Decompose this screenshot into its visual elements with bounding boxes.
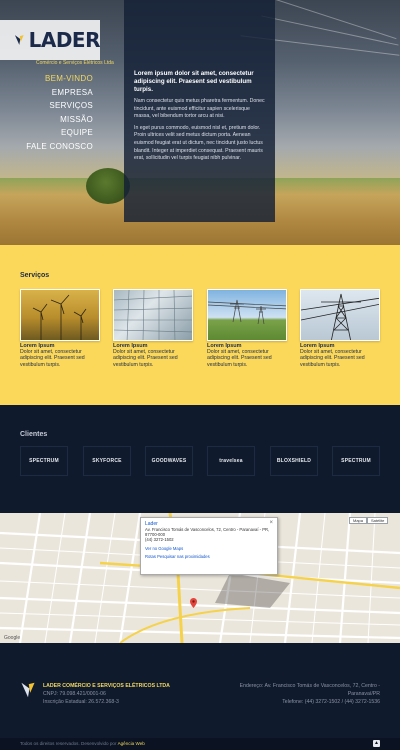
service-card[interactable]: Lorem Ipsum Dolor sit amet, consectetur … <box>20 289 100 368</box>
map-attribution: Google <box>4 635 21 641</box>
client-logo[interactable]: SPECTRUM <box>332 446 380 476</box>
client-name: SPECTRUM <box>341 458 371 464</box>
service-desc: Dolor sit amet, consectetur adipiscing e… <box>207 349 272 368</box>
logo-mark-icon <box>14 35 24 45</box>
services-heading: Serviços <box>20 272 50 279</box>
satellite-type-button[interactable]: Satélite <box>367 517 389 524</box>
brand-tagline: Comércio e Serviços Elétricos Ltda <box>36 60 114 66</box>
client-logo[interactable]: BLOXSHIELD <box>270 446 318 476</box>
footer-ie: Inscrição Estadual: 26.572.368-3 <box>43 699 119 705</box>
nav-item-equipe[interactable]: EQUIPE <box>26 126 93 140</box>
popup-address: Av. Francisco Tomás de Vasconcelos, 72, … <box>145 527 270 538</box>
nav-item-empresa[interactable]: EMPRESA <box>26 86 93 100</box>
copyright-label: Todos os direitos reservados. Desenvolvi… <box>20 741 117 746</box>
wind-turbines-image <box>20 289 100 341</box>
footer-address: Endereço: Av. Francisco Tomás de Vasconc… <box>239 683 380 689</box>
services-section: Serviços Lorem Ipsum Dolor sit amet, con… <box>0 245 400 405</box>
popup-phone: (44) 3272-1502 <box>145 537 174 543</box>
client-logo[interactable]: travelsea <box>207 446 255 476</box>
footer-city: Paranavaí/PR <box>347 691 380 697</box>
client-name: SKYFORCE <box>92 458 122 464</box>
nav-item-servicos[interactable]: SERVIÇOS <box>26 99 93 113</box>
service-desc: Dolor sit amet, consectetur adipiscing e… <box>113 349 178 368</box>
nav-item-bem-vindo[interactable]: BEM-VINDO <box>26 72 93 86</box>
map-type-button[interactable]: Mapa <box>349 517 368 524</box>
footer: LADER COMÉRCIO E SERVIÇOS ELÉTRICOS LTDA… <box>0 643 400 738</box>
map-info-window: Lader × Av. Francisco Tomás de Vasconcel… <box>140 517 278 575</box>
client-logo[interactable]: GOODWAVES <box>145 446 193 476</box>
brand-name: LADER <box>28 28 101 52</box>
service-desc: Dolor sit amet, consectetur adipiscing e… <box>300 349 365 368</box>
building-image <box>113 289 193 341</box>
popup-directions-link[interactable]: Rotas Pesquisar nas proximidades <box>145 554 273 559</box>
copyright-bar: Todos os direitos reservados. Desenvolvi… <box>0 738 400 750</box>
close-icon[interactable]: × <box>269 520 273 526</box>
nav-item-fale-conosco[interactable]: FALE CONOSCO <box>26 140 93 154</box>
footer-logo-icon <box>21 682 35 698</box>
hero-banner: LADER Comércio e Serviços Elétricos Ltda… <box>0 0 400 245</box>
logo[interactable]: LADER <box>0 20 101 60</box>
clients-section: Clientes SPECTRUM SKYFORCE GOODWAVES tra… <box>0 405 400 513</box>
transmission-tower-image <box>300 289 380 341</box>
developer-link[interactable]: Agência Web <box>118 741 145 746</box>
power-towers-image <box>207 289 287 341</box>
clients-heading: Clientes <box>20 431 48 438</box>
client-name: GOODWAVES <box>151 458 187 464</box>
client-name: SPECTRUM <box>29 458 59 464</box>
footer-phone: Telefone: (44) 3272-1502 / (44) 3272-153… <box>282 699 380 705</box>
popup-maps-link[interactable]: Ver no Google Maps <box>145 546 273 551</box>
service-card[interactable]: Lorem Ipsum Dolor sit amet, consectetur … <box>300 289 380 368</box>
footer-company: LADER COMÉRCIO E SERVIÇOS ELÉTRICOS LTDA <box>43 683 170 689</box>
scroll-top-icon[interactable]: ▲ <box>373 740 380 747</box>
client-logo[interactable]: SKYFORCE <box>83 446 131 476</box>
footer-cnpj: CNPJ: 79.098.421/0001-06 <box>43 691 106 697</box>
copyright-text: Todos os direitos reservados. Desenvolvi… <box>20 741 145 746</box>
hero-paragraph: Nam consectetur quis metus pharetra ferm… <box>134 98 265 120</box>
service-card[interactable]: Lorem Ipsum Dolor sit amet, consectetur … <box>207 289 287 368</box>
map-type-control: Mapa Satélite <box>349 517 389 524</box>
main-nav: BEM-VINDO EMPRESA SERVIÇOS MISSÃO EQUIPE… <box>26 72 93 153</box>
hero-panel: Lorem ipsum dolor sit amet, consectetur … <box>124 0 275 222</box>
map-marker-icon[interactable] <box>190 598 197 608</box>
hero-paragraph: In eget purus commodo, euismod nisl et, … <box>134 124 263 162</box>
client-name: BLOXSHIELD <box>276 458 312 464</box>
nav-item-missao[interactable]: MISSÃO <box>26 113 93 127</box>
service-card[interactable]: Lorem Ipsum Dolor sit amet, consectetur … <box>113 289 193 368</box>
hero-title: Lorem ipsum dolor sit amet, consectetur … <box>134 70 254 93</box>
client-name: travelsea <box>219 458 243 464</box>
service-desc: Dolor sit amet, consectetur adipiscing e… <box>20 349 85 368</box>
client-logo[interactable]: SPECTRUM <box>20 446 68 476</box>
